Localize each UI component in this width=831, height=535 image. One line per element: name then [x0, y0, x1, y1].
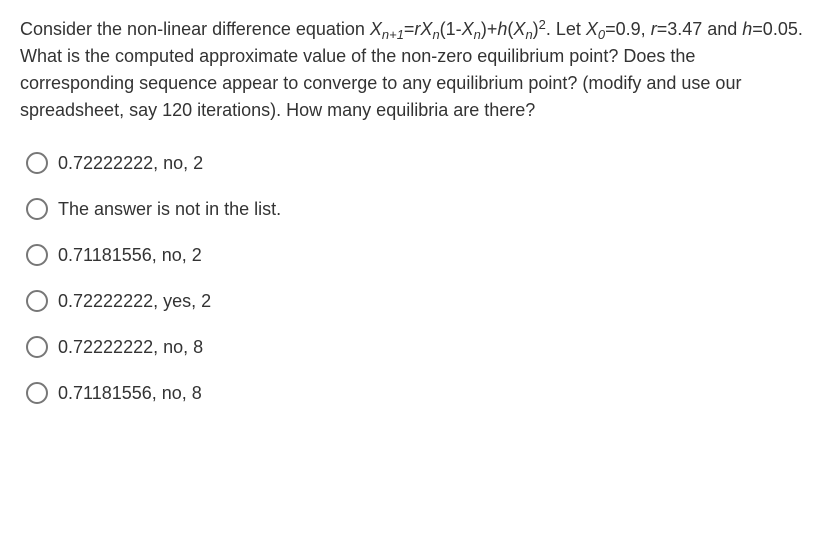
q-sub-n2: n [474, 27, 481, 42]
q-var-x4: X [513, 19, 525, 39]
option-2[interactable]: The answer is not in the list. [26, 198, 811, 220]
radio-icon [26, 382, 48, 404]
q-sub-n3: n [525, 27, 532, 42]
option-label: 0.72222222, no, 8 [58, 337, 203, 358]
q-sub-n1: n+1 [382, 27, 404, 42]
q-pre: Consider the non-linear difference equat… [20, 19, 370, 39]
question-text: Consider the non-linear difference equat… [20, 16, 811, 124]
q-post3: =3.47 and [657, 19, 743, 39]
options-group: 0.72222222, no, 2 The answer is not in t… [26, 152, 811, 404]
q-sq: 2 [539, 17, 546, 32]
q-post2: =0.9, [605, 19, 651, 39]
radio-icon [26, 152, 48, 174]
radio-icon [26, 290, 48, 312]
q-var-x: X [370, 19, 382, 39]
q-post1: . Let [546, 19, 586, 39]
q-var-x2: X [420, 19, 432, 39]
option-3[interactable]: 0.71181556, no, 2 [26, 244, 811, 266]
radio-icon [26, 336, 48, 358]
option-label: 0.71181556, no, 2 [58, 245, 202, 266]
radio-icon [26, 244, 48, 266]
radio-icon [26, 198, 48, 220]
q-eq: = [404, 19, 415, 39]
q-p4: ) [533, 19, 539, 39]
q-var-x3: X [462, 19, 474, 39]
option-label: The answer is not in the list. [58, 199, 281, 220]
q-var-h: h [497, 19, 507, 39]
q-var-x0: X [586, 19, 598, 39]
option-5[interactable]: 0.72222222, no, 8 [26, 336, 811, 358]
option-4[interactable]: 0.72222222, yes, 2 [26, 290, 811, 312]
option-label: 0.72222222, no, 2 [58, 153, 203, 174]
option-label: 0.72222222, yes, 2 [58, 291, 211, 312]
q-var-h2: h [742, 19, 752, 39]
option-label: 0.71181556, no, 8 [58, 383, 202, 404]
option-6[interactable]: 0.71181556, no, 8 [26, 382, 811, 404]
q-p2: )+ [481, 19, 498, 39]
option-1[interactable]: 0.72222222, no, 2 [26, 152, 811, 174]
q-p1: (1- [440, 19, 462, 39]
q-sub-n: n [432, 27, 439, 42]
q-sub0: 0 [598, 27, 605, 42]
